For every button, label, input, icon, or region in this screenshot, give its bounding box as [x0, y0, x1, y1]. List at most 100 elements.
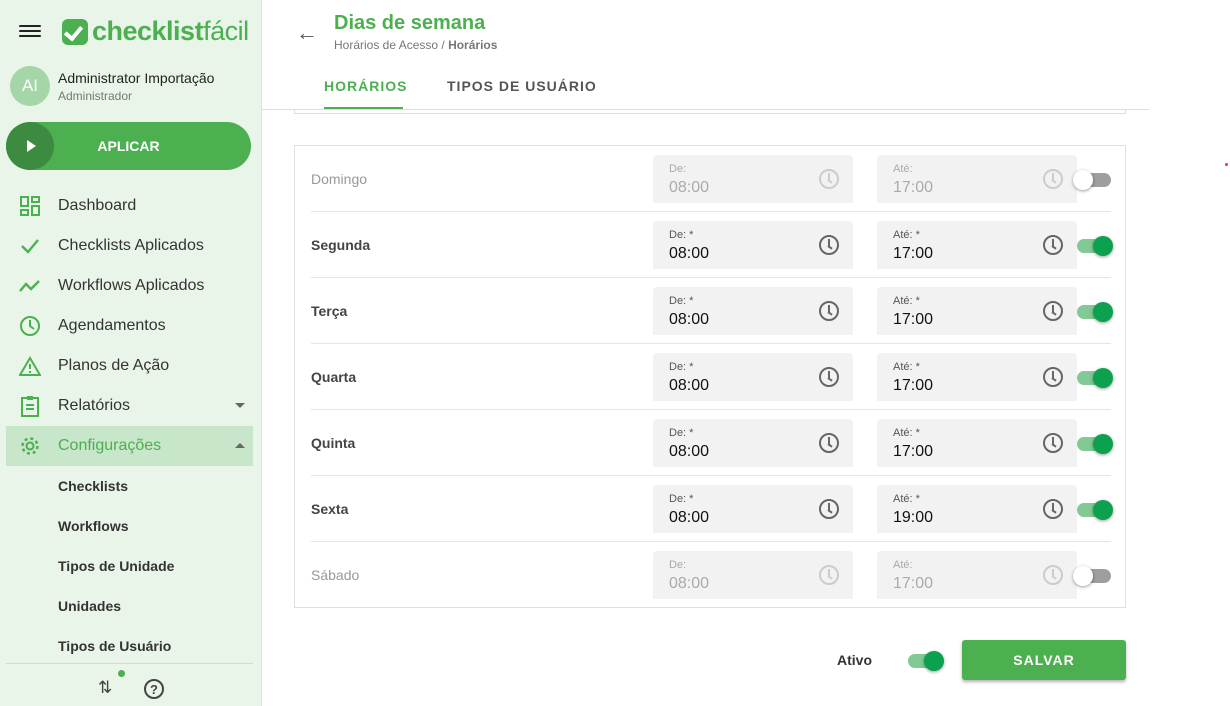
time-from-value: 08:00 [669, 245, 710, 262]
warning-icon [18, 354, 42, 378]
days-card: Domingo De: 08:00 Até: 17:00 Segunda De: * 08:0… [294, 145, 1126, 608]
sidebar-item-label: Workflows Aplicados [58, 277, 205, 294]
time-to-field[interactable]: Até: 17:00 [877, 551, 1077, 599]
clock-icon[interactable] [1043, 169, 1063, 189]
day-enabled-toggle[interactable] [1077, 433, 1113, 454]
day-enabled-toggle[interactable] [1077, 367, 1113, 388]
clock-icon[interactable] [819, 499, 839, 519]
day-name: Quarta [311, 369, 357, 385]
clock-icon[interactable] [819, 169, 839, 189]
save-button[interactable]: SALVAR [962, 640, 1126, 680]
time-to-field[interactable]: Até: * 17:00 [877, 353, 1077, 401]
sidebar-item-relatorios[interactable]: Relatórios [6, 386, 253, 426]
time-from-field[interactable]: De: * 08:00 [653, 287, 853, 335]
subnav-tipos-unidade[interactable]: Tipos de Unidade [58, 558, 174, 574]
day-row: Sexta De: * 08:00 Até: * 19:00 [311, 476, 1113, 542]
sidebar-item-label: Relatórios [58, 397, 131, 414]
clock-icon[interactable] [819, 367, 839, 387]
subnav-tipos-usuario[interactable]: Tipos de Usuário [58, 638, 171, 654]
day-name: Terça [311, 303, 348, 319]
sidebar-item-label: Configurações [58, 437, 162, 454]
time-to-label: Até: [893, 163, 913, 175]
time-to-field[interactable]: Até: * 17:00 [877, 287, 1077, 335]
card-top-edge [294, 110, 1126, 114]
time-from-label: De: * [669, 493, 694, 505]
logo: checklistfácil [62, 16, 249, 47]
time-from-label: De: * [669, 427, 694, 439]
sidebar-item-label: Checklists Aplicados [58, 237, 204, 254]
time-to-label: Até: [893, 559, 913, 571]
logo-text-light: fácil [203, 16, 249, 46]
day-enabled-toggle[interactable] [1073, 169, 1111, 190]
toggle-knob [1093, 302, 1113, 322]
menu-icon[interactable] [19, 22, 41, 40]
time-from-value: 08:00 [669, 575, 710, 592]
clock-icon[interactable] [819, 565, 839, 585]
time-to-field[interactable]: Até: * 17:00 [877, 221, 1077, 269]
swap-icon[interactable]: ⇅ [98, 678, 112, 698]
toggle-knob [1093, 368, 1113, 388]
toggle-knob [1093, 236, 1113, 256]
time-from-field[interactable]: De: * 08:00 [653, 419, 853, 467]
sidebar-item-planos[interactable]: Planos de Ação [6, 346, 253, 386]
chevron-up-icon[interactable] [235, 443, 245, 448]
subnav-checklists[interactable]: Checklists [58, 478, 128, 494]
check-icon [18, 234, 42, 258]
back-arrow-icon[interactable]: ← [296, 20, 318, 46]
sidebar-item-dashboard[interactable]: Dashboard [6, 186, 253, 226]
subnav-workflows[interactable]: Workflows [58, 518, 129, 534]
breadcrumb-current: Horários [448, 38, 498, 52]
subnav-unidades[interactable]: Unidades [58, 598, 121, 614]
time-from-field[interactable]: De: * 08:00 [653, 353, 853, 401]
dashboard-icon [18, 194, 42, 218]
tab-horarios[interactable]: HORÁRIOS [324, 78, 407, 94]
clock-icon[interactable] [1043, 301, 1063, 321]
time-from-value: 08:00 [669, 179, 710, 196]
time-to-field[interactable]: Até: * 19:00 [877, 485, 1077, 533]
chevron-down-icon[interactable] [235, 403, 245, 408]
main-content: ← Dias de semana Horários de Acesso / Ho… [262, 0, 1230, 706]
active-toggle[interactable] [908, 650, 944, 671]
toggle-knob [1093, 434, 1113, 454]
day-row: Terça De: * 08:00 Até: * 17:00 [311, 278, 1113, 344]
day-enabled-toggle[interactable] [1073, 565, 1111, 586]
time-from-value: 08:00 [669, 509, 710, 526]
clock-icon[interactable] [819, 433, 839, 453]
clock-icon[interactable] [819, 301, 839, 321]
sidebar-item-agendamentos[interactable]: Agendamentos [6, 306, 253, 346]
time-to-value: 19:00 [893, 509, 934, 526]
day-enabled-toggle[interactable] [1077, 301, 1113, 322]
day-row: Quarta De: * 08:00 Até: * 17:00 [311, 344, 1113, 410]
status-dot [118, 670, 125, 677]
user-role: Administrador [58, 89, 133, 103]
sidebar-item-workflows[interactable]: Workflows Aplicados [6, 266, 253, 306]
time-to-field[interactable]: Até: 17:00 [877, 155, 1077, 203]
time-from-field[interactable]: De: 08:00 [653, 551, 853, 599]
clock-icon[interactable] [819, 235, 839, 255]
clock-icon[interactable] [1043, 565, 1063, 585]
clock-icon[interactable] [1043, 367, 1063, 387]
time-to-field[interactable]: Até: * 17:00 [877, 419, 1077, 467]
sidebar-item-label: Dashboard [58, 197, 137, 214]
avatar[interactable]: AI [10, 66, 50, 106]
time-from-field[interactable]: De: * 08:00 [653, 485, 853, 533]
breadcrumb-parent[interactable]: Horários de Acesso / [334, 38, 445, 52]
sidebar-item-configuracoes[interactable]: Configurações [6, 426, 253, 466]
time-to-value: 17:00 [893, 179, 934, 196]
day-enabled-toggle[interactable] [1077, 235, 1113, 256]
clock-icon[interactable] [1043, 235, 1063, 255]
indicator-dot [1225, 163, 1228, 166]
clock-icon[interactable] [1043, 433, 1063, 453]
breadcrumb: Horários de Acesso / Horários [334, 38, 497, 52]
sidebar-item-checklists[interactable]: Checklists Aplicados [6, 226, 253, 266]
tab-tipos-usuario[interactable]: TIPOS DE USUÁRIO [447, 78, 597, 94]
time-from-value: 08:00 [669, 443, 710, 460]
time-from-field[interactable]: De: 08:00 [653, 155, 853, 203]
day-enabled-toggle[interactable] [1077, 499, 1113, 520]
help-icon[interactable]: ? [144, 679, 164, 699]
tab-active-indicator [324, 107, 403, 109]
time-from-field[interactable]: De: * 08:00 [653, 221, 853, 269]
time-to-value: 17:00 [893, 311, 934, 328]
apply-button[interactable]: APLICAR [6, 122, 251, 170]
clock-icon[interactable] [1043, 499, 1063, 519]
